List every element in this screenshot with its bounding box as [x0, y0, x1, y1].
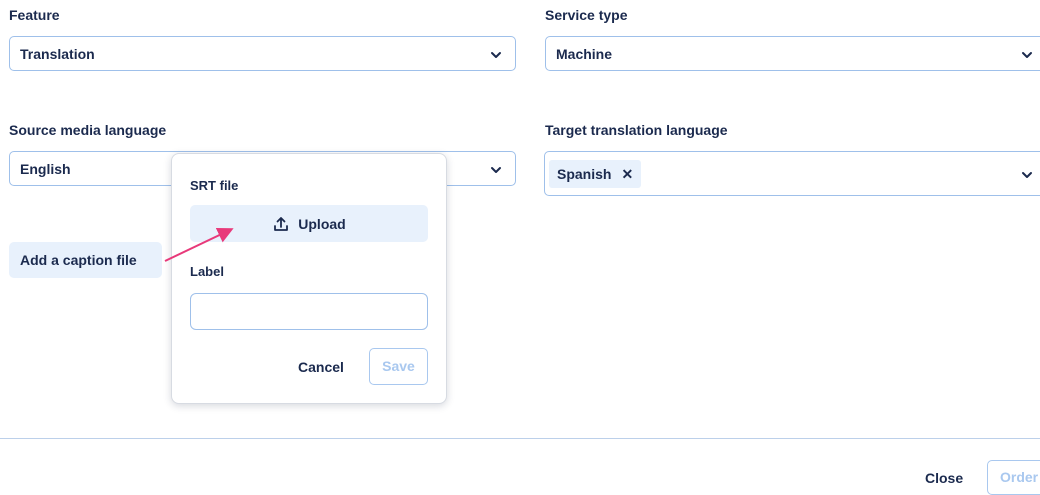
service-type-select-value: Machine — [556, 46, 613, 62]
feature-select[interactable]: Translation — [9, 36, 516, 71]
service-type-label: Service type — [545, 7, 628, 23]
save-button[interactable]: Save — [369, 348, 428, 385]
upload-icon — [274, 216, 289, 231]
chevron-down-icon — [1022, 52, 1032, 58]
target-language-select[interactable]: Spanish ✕ — [544, 151, 1040, 196]
target-language-label: Target translation language — [545, 122, 728, 138]
add-caption-file-button[interactable]: Add a caption file — [9, 242, 162, 278]
close-icon[interactable]: ✕ — [621, 166, 633, 182]
upload-button-label: Upload — [298, 215, 346, 232]
chevron-down-icon — [491, 52, 501, 58]
cancel-button[interactable]: Cancel — [298, 359, 344, 375]
language-chip-label: Spanish — [557, 166, 612, 182]
service-type-select[interactable]: Machine — [545, 36, 1040, 71]
feature-label: Feature — [9, 7, 60, 23]
close-button[interactable]: Close — [925, 470, 963, 486]
feature-select-value: Translation — [20, 46, 95, 62]
caption-upload-popover: SRT file Upload Label Cancel Save — [171, 153, 447, 404]
label-input[interactable] — [190, 293, 428, 330]
chevron-down-icon — [491, 167, 501, 173]
source-language-label: Source media language — [9, 122, 167, 138]
language-chip-spanish: Spanish ✕ — [549, 160, 642, 188]
order-button[interactable]: Order — [987, 460, 1040, 495]
footer-divider — [0, 438, 1040, 439]
chevron-down-icon — [1022, 172, 1032, 178]
annotation-arrow-icon — [164, 227, 234, 262]
srt-file-label: SRT file — [190, 178, 239, 193]
source-language-select-value: English — [20, 161, 71, 177]
